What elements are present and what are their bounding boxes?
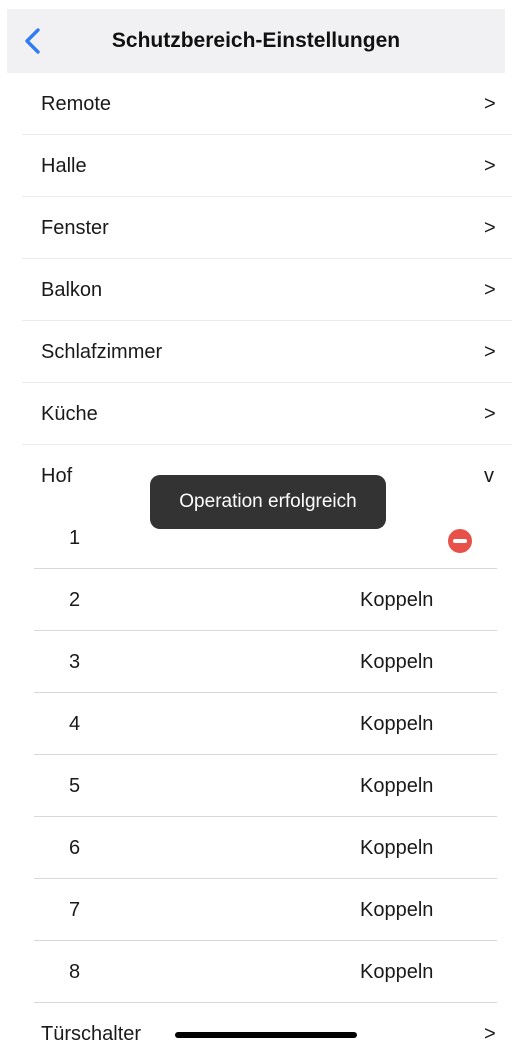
slot-number: 7 xyxy=(69,899,81,921)
chevron-right-icon: > xyxy=(484,1023,496,1045)
zone-label: Fenster xyxy=(41,217,109,239)
pair-button[interactable]: Koppeln xyxy=(360,961,433,984)
navigation-bar: Schutzbereich-Einstellungen xyxy=(7,9,505,73)
zone-row-halle[interactable]: Halle > xyxy=(22,135,512,197)
zone-row-tuerschalter[interactable]: Türschalter > xyxy=(22,1003,512,1050)
slot-number: 3 xyxy=(69,651,81,673)
pair-button[interactable]: Koppeln xyxy=(360,651,433,674)
pair-button[interactable]: Koppeln xyxy=(360,713,433,736)
zone-row-kueche[interactable]: Küche > xyxy=(22,383,512,445)
zone-label: Balkon xyxy=(41,279,103,301)
chevron-right-icon: > xyxy=(484,217,496,239)
chevron-down-icon: v xyxy=(484,465,494,487)
pair-button[interactable]: Koppeln xyxy=(360,775,433,798)
home-indicator[interactable] xyxy=(175,1032,357,1038)
slot-number: 8 xyxy=(69,961,81,983)
slot-number: 2 xyxy=(69,589,81,611)
hof-slot-row: 8 Koppeln xyxy=(34,941,497,1003)
chevron-right-icon: > xyxy=(484,279,496,301)
pair-button[interactable]: Koppeln xyxy=(360,589,433,612)
zone-settings-screen: Schutzbereich-Einstellungen Remote > Hal… xyxy=(0,0,512,1050)
chevron-right-icon: > xyxy=(484,403,496,425)
pair-button[interactable]: Koppeln xyxy=(360,899,433,922)
hof-slot-row: 4 Koppeln xyxy=(34,693,497,755)
hof-slot-row: 2 Koppeln xyxy=(34,569,497,631)
zone-label: Hof xyxy=(41,465,73,487)
zone-row-fenster[interactable]: Fenster > xyxy=(22,197,512,259)
hof-slot-row: 7 Koppeln xyxy=(34,879,497,941)
pair-button[interactable]: Koppeln xyxy=(360,837,433,860)
zone-label: Türschalter xyxy=(41,1023,142,1045)
zone-row-remote[interactable]: Remote > xyxy=(22,73,512,135)
zone-label: Schlafzimmer xyxy=(41,341,163,363)
page-title: Schutzbereich-Einstellungen xyxy=(111,29,401,52)
slot-number: 1 xyxy=(69,527,81,549)
success-toast: Operation erfolgreich xyxy=(150,475,386,529)
zone-row-schlafzimmer[interactable]: Schlafzimmer > xyxy=(22,321,512,383)
zone-label: Halle xyxy=(41,155,87,177)
zone-row-balkon[interactable]: Balkon > xyxy=(22,259,512,321)
chevron-right-icon: > xyxy=(484,93,496,115)
slot-number: 5 xyxy=(69,775,81,797)
remove-icon[interactable] xyxy=(448,529,472,553)
slot-number: 4 xyxy=(69,713,81,735)
zone-label: Remote xyxy=(41,93,112,115)
zone-label: Küche xyxy=(41,403,98,425)
hof-slot-row: 5 Koppeln xyxy=(34,755,497,817)
slot-number: 6 xyxy=(69,837,81,859)
hof-slot-row: 3 Koppeln xyxy=(34,631,497,693)
chevron-right-icon: > xyxy=(484,155,496,177)
chevron-right-icon: > xyxy=(484,341,496,363)
hof-slot-row: 6 Koppeln xyxy=(34,817,497,879)
